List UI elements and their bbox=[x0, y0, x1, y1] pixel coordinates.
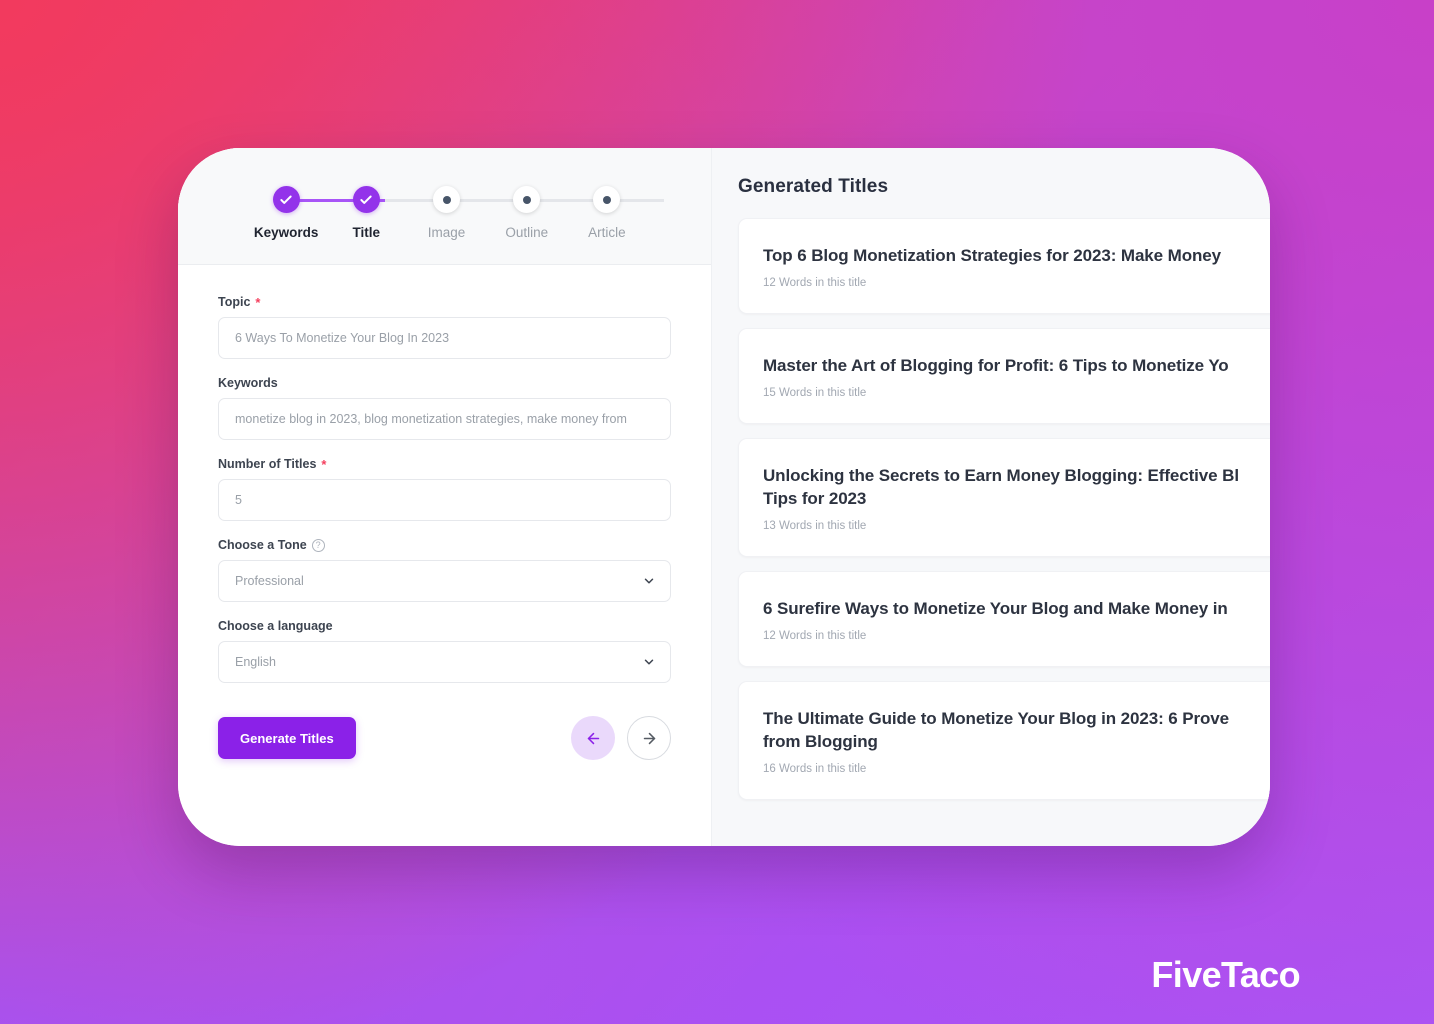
topic-label: Topic * bbox=[218, 295, 671, 309]
generated-title-text: The Ultimate Guide to Monetize Your Blog… bbox=[763, 708, 1229, 751]
field-tone: Choose a Tone ? bbox=[218, 538, 671, 602]
list-item[interactable]: 6 Surefire Ways to Monetize Your Blog an… bbox=[738, 570, 1270, 667]
stepper-step-label: Title bbox=[352, 225, 381, 240]
field-language: Choose a language bbox=[218, 619, 671, 683]
generated-title-text: Master the Art of Blogging for Profit: 6… bbox=[763, 355, 1229, 375]
stepper-step-image[interactable]: Image bbox=[406, 186, 486, 240]
stepper-step-label: Article bbox=[588, 225, 626, 240]
next-step-button[interactable] bbox=[627, 716, 671, 760]
dot-icon bbox=[513, 186, 541, 213]
language-select[interactable] bbox=[218, 641, 671, 683]
list-item[interactable]: Master the Art of Blogging for Profit: 6… bbox=[738, 327, 1270, 424]
topic-label-text: Topic bbox=[218, 295, 251, 309]
stepper-step-label: Keywords bbox=[253, 225, 319, 240]
number-of-titles-label: Number of Titles * bbox=[218, 457, 671, 471]
language-select-wrap bbox=[218, 641, 671, 683]
form-actions: Generate Titles bbox=[218, 700, 671, 760]
stepper-step-outline[interactable]: Outline bbox=[487, 186, 567, 240]
stepper-step-label: Image bbox=[427, 225, 466, 240]
field-number-of-titles: Number of Titles * bbox=[218, 457, 671, 521]
stepper-step-article[interactable]: Article bbox=[567, 186, 647, 240]
word-count-label: 12 Words in this title bbox=[763, 276, 867, 289]
keywords-label: Keywords bbox=[218, 376, 671, 390]
arrow-left-icon bbox=[585, 730, 602, 747]
stepper-step-title[interactable]: Title bbox=[326, 186, 406, 240]
language-label-text: Choose a language bbox=[218, 619, 333, 633]
topic-input[interactable] bbox=[218, 317, 671, 359]
keywords-label-text: Keywords bbox=[218, 376, 278, 390]
tone-label-text: Choose a Tone bbox=[218, 538, 307, 552]
keywords-input[interactable] bbox=[218, 398, 671, 440]
list-item[interactable]: The Ultimate Guide to Monetize Your Blog… bbox=[738, 680, 1270, 800]
tone-select-wrap bbox=[218, 560, 671, 602]
word-count-label: 16 Words in this title bbox=[763, 762, 867, 775]
word-count-label: 12 Words in this title bbox=[763, 629, 867, 642]
generated-titles-list: Top 6 Blog Monetization Strategies for 2… bbox=[738, 218, 1270, 800]
stepper-step-label: Outline bbox=[505, 225, 549, 240]
prev-step-button[interactable] bbox=[571, 716, 615, 760]
number-of-titles-label-text: Number of Titles bbox=[218, 457, 317, 471]
wizard-nav-buttons bbox=[571, 716, 671, 760]
fivetaco-watermark: FiveTaco bbox=[1151, 954, 1300, 995]
wizard-stepper: Keywords Title Image Outline Article bbox=[178, 148, 711, 265]
required-marker: * bbox=[321, 456, 327, 472]
word-count-label: 13 Words in this title bbox=[763, 519, 867, 532]
results-panel: Generated Titles Top 6 Blog Monetization… bbox=[712, 148, 1270, 846]
form-body: Topic * Keywords Number of Titles * bbox=[178, 265, 711, 846]
stepper-steps: Keywords Title Image Outline Article bbox=[194, 186, 695, 240]
arrow-right-icon bbox=[641, 730, 658, 747]
list-item[interactable]: Unlocking the Secrets to Earn Money Blog… bbox=[738, 437, 1270, 557]
list-item[interactable]: Top 6 Blog Monetization Strategies for 2… bbox=[738, 218, 1270, 314]
question-mark-icon[interactable]: ? bbox=[311, 538, 325, 552]
generated-title-text: 6 Surefire Ways to Monetize Your Blog an… bbox=[763, 598, 1228, 618]
check-icon bbox=[272, 186, 300, 213]
field-keywords: Keywords bbox=[218, 376, 671, 440]
required-marker: * bbox=[255, 294, 261, 310]
tone-select[interactable] bbox=[218, 560, 671, 602]
word-count-label: 15 Words in this title bbox=[763, 386, 867, 399]
generated-title-text: Top 6 Blog Monetization Strategies for 2… bbox=[763, 246, 1221, 265]
tone-label: Choose a Tone ? bbox=[218, 538, 671, 552]
number-of-titles-input[interactable] bbox=[218, 479, 671, 521]
generated-title-text: Unlocking the Secrets to Earn Money Blog… bbox=[763, 465, 1239, 508]
form-panel: Keywords Title Image Outline Article Top… bbox=[178, 148, 712, 846]
stepper-step-keywords[interactable]: Keywords bbox=[246, 186, 326, 240]
page-title: Generated Titles bbox=[738, 176, 889, 197]
generate-titles-button[interactable]: Generate Titles bbox=[218, 717, 356, 759]
check-icon bbox=[352, 186, 380, 213]
app-card: Keywords Title Image Outline Article Top… bbox=[178, 148, 1270, 846]
field-topic: Topic * bbox=[218, 295, 671, 359]
dot-icon bbox=[433, 186, 460, 213]
language-label: Choose a language bbox=[218, 619, 671, 633]
dot-icon bbox=[593, 186, 621, 213]
